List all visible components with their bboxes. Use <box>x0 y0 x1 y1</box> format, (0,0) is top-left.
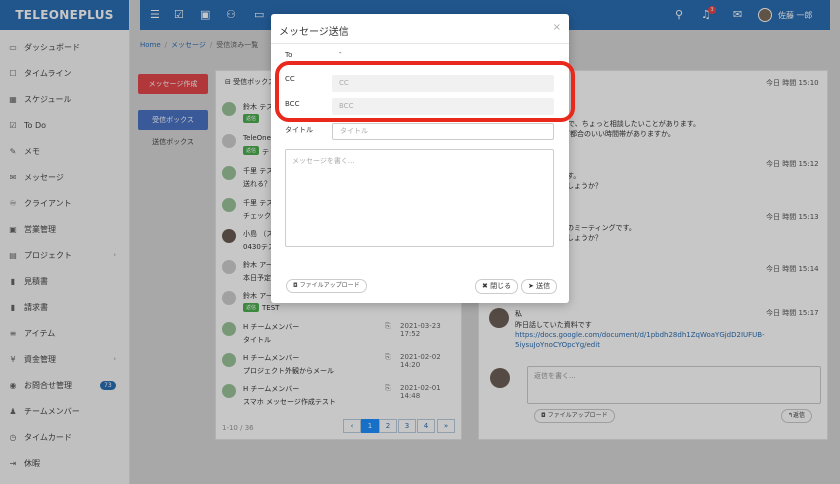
send-message-modal: メッセージ送信 × To - CC CC BCC BCC タイトル タイトル メ… <box>271 14 569 303</box>
modal-divider <box>271 43 569 44</box>
to-select[interactable]: - <box>332 49 554 59</box>
close-button-label: 閉じる <box>490 282 512 290</box>
message-body-textarea[interactable]: メッセージを書く... <box>285 149 554 247</box>
title-label: タイトル <box>285 126 313 134</box>
highlight-annotation <box>275 61 575 122</box>
to-label: To <box>285 51 293 59</box>
file-upload-button[interactable]: ◘ ファイルアップロード <box>286 279 367 293</box>
close-icon[interactable]: × <box>553 22 561 33</box>
camera-icon: ◘ <box>293 282 300 289</box>
send-button[interactable]: ➤ 送信 <box>521 279 558 294</box>
x-icon: ✖ <box>482 282 491 290</box>
send-icon: ➤ <box>528 282 537 290</box>
send-button-label: 送信 <box>536 282 551 290</box>
modal-title: メッセージ送信 <box>279 27 349 38</box>
file-upload-label: ファイルアップロード <box>299 282 360 289</box>
title-input[interactable]: タイトル <box>332 123 554 140</box>
close-button[interactable]: ✖ 閉じる <box>475 279 519 294</box>
